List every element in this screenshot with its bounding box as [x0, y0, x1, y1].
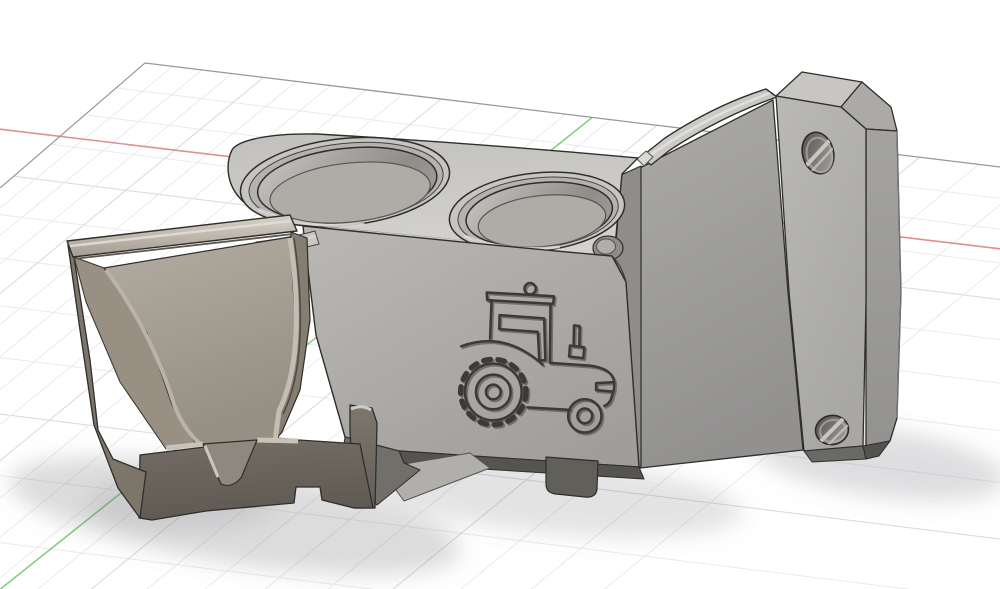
logo-cab-left: [490, 300, 491, 338]
cad-viewport[interactable]: [0, 0, 1000, 589]
clip-lip-right: [257, 440, 298, 441]
connector-section[interactable]: [615, 89, 803, 468]
body-foot-tab[interactable]: [546, 457, 598, 497]
model-cup-holder-bracket[interactable]: [67, 72, 901, 520]
grid-boundary-left: [0, 63, 145, 188]
viewport-canvas[interactable]: [0, 0, 1000, 589]
plate-right-face[interactable]: [866, 129, 901, 446]
logo-cab-right: [549, 303, 551, 362]
